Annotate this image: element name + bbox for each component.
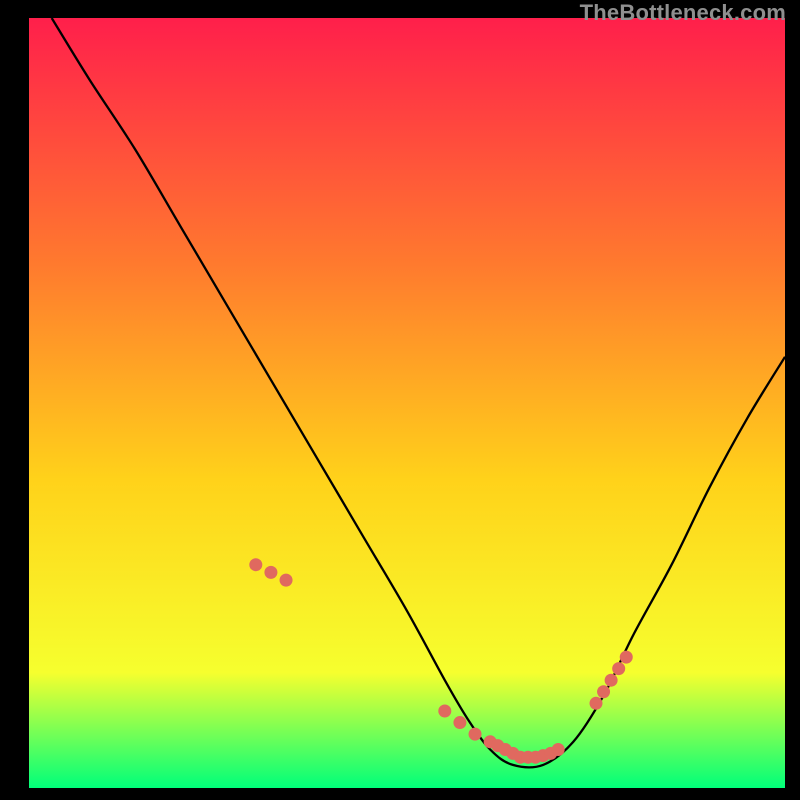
highlight-dot [605, 674, 618, 687]
highlight-dot [453, 716, 466, 729]
highlight-dot [438, 705, 451, 718]
highlight-dot [590, 697, 603, 710]
bottleneck-chart [29, 18, 785, 788]
highlight-dot [469, 728, 482, 741]
chart-frame [29, 18, 785, 788]
highlight-dot [597, 685, 610, 698]
highlight-dot [612, 662, 625, 675]
highlight-dot [249, 558, 262, 571]
gradient-background [29, 18, 785, 788]
highlight-dot [264, 566, 277, 579]
highlight-dot [552, 743, 565, 756]
highlight-dot [280, 574, 293, 587]
highlight-dot [620, 651, 633, 664]
watermark-text: TheBottleneck.com [580, 0, 786, 26]
